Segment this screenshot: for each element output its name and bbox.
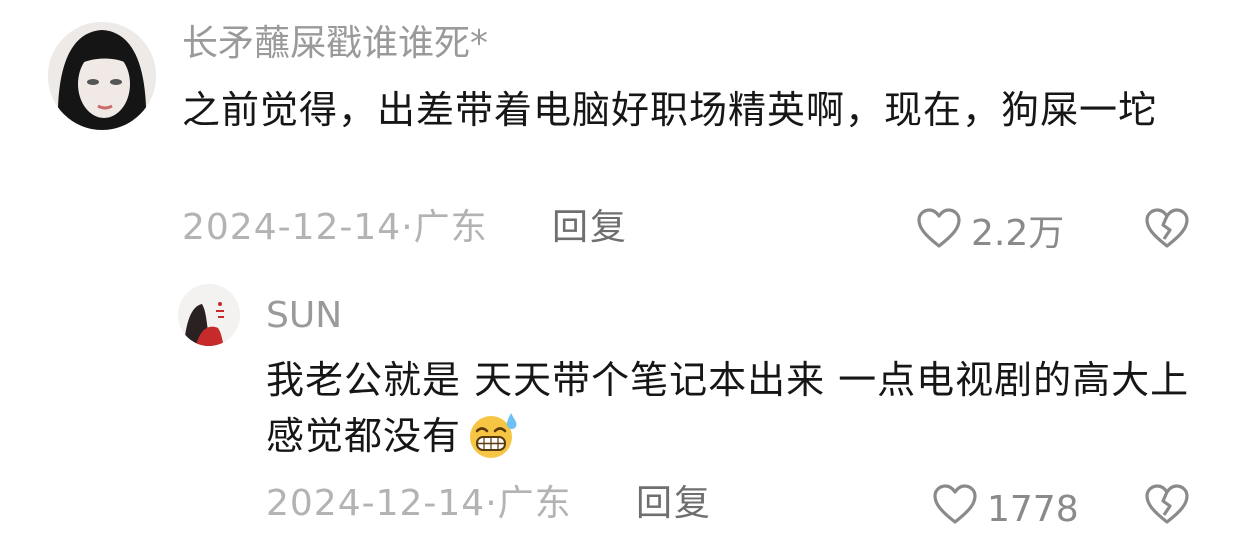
reply-text-body: 我老公就是 天天带个笔记本出来 一点电视剧的高大上感觉都没有: [266, 358, 1190, 458]
reply-button[interactable]: 回复: [636, 482, 712, 526]
like-count: 1778: [987, 488, 1079, 530]
comment-text: 之前觉得，出差带着电脑好职场精英啊，现在，狗屎一坨: [182, 88, 1158, 132]
like-button[interactable]: 2.2万: [915, 206, 1064, 261]
comment-location: 广东: [497, 483, 572, 524]
username[interactable]: SUN: [266, 294, 342, 338]
avatar[interactable]: [178, 284, 240, 346]
comment-meta: 2024-12-14·广东: [182, 206, 488, 250]
grinning-sweat-emoji: [467, 411, 521, 474]
comment-meta: 2024-12-14·广东: [266, 482, 572, 526]
avatar[interactable]: [48, 22, 156, 130]
meta-separator: ·: [401, 207, 414, 248]
comment-location: 广东: [413, 207, 488, 248]
broken-heart-icon: [1143, 484, 1191, 530]
comment-date: 2024-12-14: [182, 207, 402, 248]
dislike-button[interactable]: [1143, 206, 1191, 254]
heart-outline-icon: [931, 482, 979, 537]
comment-date: 2024-12-14: [266, 483, 486, 524]
meta-separator: ·: [485, 483, 498, 524]
heart-outline-icon: [915, 206, 963, 261]
like-button[interactable]: 1778: [931, 482, 1079, 537]
reply-button[interactable]: 回复: [552, 206, 628, 250]
reply-text: 我老公就是 天天带个笔记本出来 一点电视剧的高大上感觉都没有: [266, 352, 1196, 474]
like-count: 2.2万: [971, 212, 1065, 254]
username[interactable]: 长矛蘸屎戳谁谁死*: [182, 22, 488, 66]
broken-heart-icon: [1143, 208, 1191, 254]
dislike-button[interactable]: [1143, 482, 1191, 530]
